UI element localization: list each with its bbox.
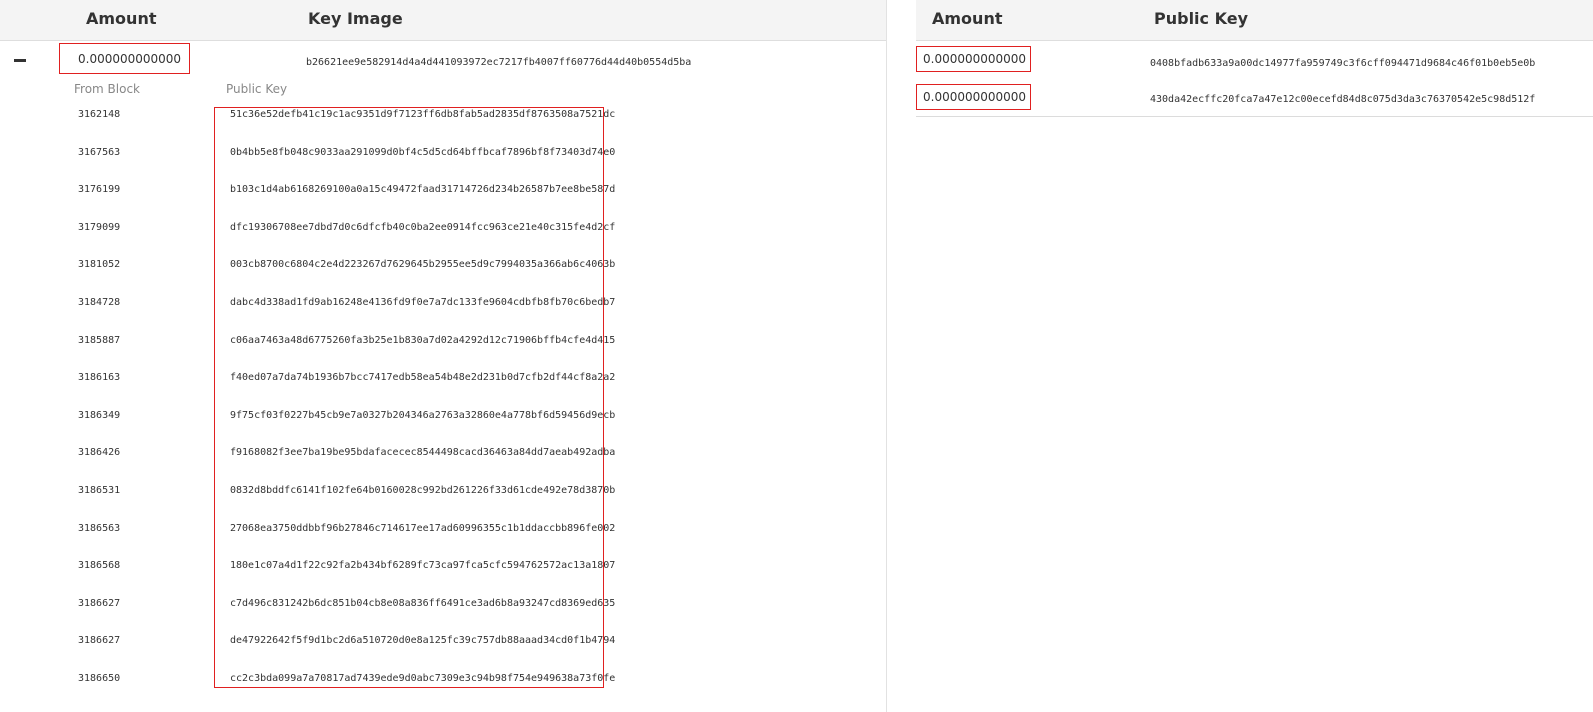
ring-member-row: 3184728 dabc4d338ad1fd9ab16248e4136fd9f0e… (0, 292, 886, 330)
ring-member-row: 3162148 51c36e52defb41c19c1ac9351d9f7123f… (0, 104, 886, 142)
output-row: 0.000000000000 430da42ecffc20fca7a47e12c0… (916, 84, 1593, 122)
ring-public-key-value: f9168082f3ee7ba19be95bdafacecec8544498ca… (230, 447, 616, 459)
input-amount: 0.000000000000 (59, 43, 190, 74)
output-amount: 0.000000000000 (916, 46, 1031, 72)
ring-member-row: 3167563 0b4bb5e8fb048c9033aa291099d0bf4c5… (0, 142, 886, 180)
from-block-value: 3186563 (78, 522, 121, 534)
from-block-value: 3186163 (78, 372, 121, 384)
ring-members-table: 3162148 51c36e52defb41c19c1ac9351d9f7123f… (0, 104, 886, 704)
output-amount: 0.000000000000 (916, 84, 1031, 110)
ring-public-key-value: c7d496c831242b6dc851b04cb8e08a836ff6491c… (230, 597, 616, 609)
outputs-panel: Amount Public Key 0.000000000000 0408bfad… (916, 0, 1593, 117)
from-block-value: 3186650 (78, 673, 121, 684)
from-block-value: 3186627 (78, 635, 121, 647)
ring-public-key-value: 003cb8700c6804c2e4d223267d7629645b2955ee… (230, 259, 616, 271)
from-block-value: 3186531 (78, 485, 121, 496)
key-image-value: b26621ee9e582914d4a4d441093972ec7217fb40… (306, 57, 692, 68)
output-amount-column-header: Amount (932, 9, 1003, 28)
ring-member-row: 3186349 9f75cf03f0227b45cb9e7a0327b204346… (0, 405, 886, 443)
ring-member-row: 3185887 c06aa7463a48d6775260fa3b25e1b830a… (0, 330, 886, 368)
from-block-value: 3186426 (78, 447, 121, 459)
inputs-table-header: Amount Key Image (0, 0, 886, 41)
output-public-key-column-header: Public Key (1154, 9, 1248, 28)
ring-public-key-value: 9f75cf03f0227b45cb9e7a0327b204346a2763a3… (230, 409, 616, 421)
output-public-key-value: 430da42ecffc20fca7a47e12c00ecefd84d8c075… (1150, 94, 1536, 105)
from-block-value: 3185887 (78, 334, 121, 346)
ring-member-row: 3186650 cc2c3bda099a7a70817ad7439ede9d0ab… (0, 668, 886, 706)
from-block-subheader: From Block (74, 82, 140, 96)
ring-public-key-value: 0b4bb5e8fb048c9033aa291099d0bf4c5d5cd64b… (230, 146, 616, 158)
key-image-column-header: Key Image (308, 9, 403, 28)
from-block-value: 3181052 (78, 259, 121, 271)
ring-public-key-value: 0832d8bddfc6141f102fe64b0160028c992bd261… (230, 485, 616, 496)
inputs-panel: Amount Key Image 0.000000000000 b26621ee… (0, 0, 887, 712)
output-row: 0.000000000000 0408bfadb633a9a00dc14977fa… (916, 46, 1593, 84)
from-block-value: 3186349 (78, 409, 121, 421)
ring-public-key-value: c06aa7463a48d6775260fa3b25e1b830a7d02a42… (230, 334, 616, 346)
from-block-value: 3167563 (78, 146, 121, 158)
ring-member-row: 3186531 0832d8bddfc6141f102fe64b0160028c9… (0, 480, 886, 518)
ring-public-key-value: dabc4d338ad1fd9ab16248e4136fd9f0e7a7dc13… (230, 297, 616, 308)
output-public-key-value: 0408bfadb633a9a00dc14977fa959749c3f6cff0… (1150, 58, 1536, 69)
ring-member-row: 3186426 f9168082f3ee7ba19be95bdafacecec85… (0, 442, 886, 480)
minus-icon[interactable] (14, 59, 26, 62)
ring-public-key-value: f40ed07a7da74b1936b7bcc7417edb58ea54b48e… (230, 372, 616, 384)
ring-public-key-value: 27068ea3750ddbbf96b27846c714617ee17ad609… (230, 522, 616, 534)
ring-member-row: 3186627 de47922642f5f9d1bc2d6a510720d0e8a… (0, 630, 886, 668)
from-block-value: 3184728 (78, 297, 121, 308)
from-block-value: 3179099 (78, 221, 121, 233)
ring-member-row: 3179099 dfc19306708ee7dbd7d0c6dfcfb40c0ba… (0, 217, 886, 255)
from-block-value: 3186568 (78, 560, 121, 572)
ring-public-key-value: de47922642f5f9d1bc2d6a510720d0e8a125fc39… (230, 635, 616, 647)
from-block-value: 3176199 (78, 184, 121, 196)
ring-public-key-value: 51c36e52defb41c19c1ac9351d9f7123ff6db8fa… (230, 109, 616, 120)
ring-member-row: 3186163 f40ed07a7da74b1936b7bcc7417edb58e… (0, 367, 886, 405)
ring-public-key-value: b103c1d4ab6168269100a0a15c49472faad31714… (230, 184, 616, 196)
ring-member-row: 3186568 180e1c07a4d1f22c92fa2b434bf6289fc… (0, 555, 886, 593)
from-block-value: 3162148 (78, 109, 121, 120)
ring-public-key-value: dfc19306708ee7dbd7d0c6dfcfb40c0ba2ee0914… (230, 221, 616, 233)
public-key-subheader: Public Key (226, 82, 288, 96)
ring-member-row: 3186563 27068ea3750ddbbf96b27846c714617ee… (0, 518, 886, 556)
from-block-value: 3186627 (78, 597, 121, 609)
amount-column-header: Amount (86, 9, 157, 28)
ring-public-key-value: 180e1c07a4d1f22c92fa2b434bf6289fc73ca97f… (230, 560, 616, 572)
ring-member-row: 3176199 b103c1d4ab6168269100a0a15c49472fa… (0, 179, 886, 217)
ring-member-row: 3186627 c7d496c831242b6dc851b04cb8e08a836… (0, 593, 886, 631)
ring-public-key-value: cc2c3bda099a7a70817ad7439ede9d0abc7309e3… (230, 673, 616, 684)
outputs-table-header: Amount Public Key (916, 0, 1593, 41)
ring-member-row: 3181052 003cb8700c6804c2e4d223267d7629645… (0, 254, 886, 292)
